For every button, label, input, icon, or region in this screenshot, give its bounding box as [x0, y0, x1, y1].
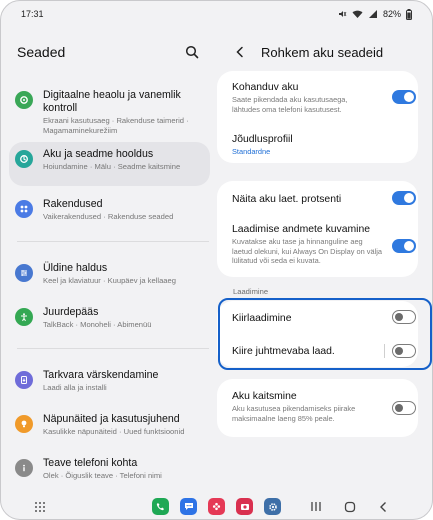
search-icon[interactable] — [181, 41, 203, 63]
charging-info-row[interactable]: Laadimise andmete kuvamine Kuvatakse aku… — [232, 223, 406, 266]
menu-item-title: Juurdepääs — [43, 306, 99, 318]
menu-item-title: Näpunäited ja kasutusjuhend — [43, 413, 180, 425]
settings-card: Näita aku laet. protsenti Laadimise andm… — [217, 181, 418, 277]
back-arrow-icon[interactable] — [229, 41, 251, 63]
menu-item-tips[interactable]: Näpunäited ja kasutusjuhend Kasulikke nä… — [9, 407, 210, 443]
row-title: Kiire juhtmevaba laad. — [232, 346, 335, 357]
apps-icon — [15, 200, 33, 218]
tips-icon — [15, 415, 33, 433]
row-title: Laadimise andmete kuvamine — [232, 224, 371, 235]
left-header: Seaded — [1, 27, 217, 77]
settings-card: Kohanduv aku Saate pikendada aku kasutus… — [217, 71, 418, 163]
menu-item-subtitle: Hoiundamine · Mälu · Seadme kaitsmine — [43, 162, 181, 171]
camera-app-icon[interactable] — [236, 498, 253, 515]
row-title: Kohanduv aku — [232, 82, 299, 93]
software-update-icon — [15, 371, 33, 389]
row-title: Kiirlaadimine — [232, 313, 292, 324]
row-subtitle: Kuvatakse aku tase ja hinnanguline aeg l… — [232, 237, 382, 265]
wifi-icon — [352, 9, 363, 19]
row-subtitle: Saate pikendada aku kasutusaega, lähtude… — [232, 95, 348, 114]
row-subtitle: Aku kasutusea pikendamiseks piirake maks… — [232, 404, 356, 423]
fast-wireless-charging-toggle[interactable] — [392, 344, 416, 358]
adaptive-battery-row[interactable]: Kohanduv aku Saate pikendada aku kasutus… — [232, 81, 406, 114]
menu-item-subtitle: Keel ja klaviatuur · Kuupäev ja kellaaeg — [43, 276, 176, 285]
menu-item-subtitle: Olek · Õiguslik teave · Telefoni nimi — [43, 471, 162, 480]
menu-item-subtitle: Kasulikke näpunäiteid · Uued funktsiooni… — [43, 427, 185, 436]
navigation-bar — [1, 493, 432, 519]
battery-icon — [406, 8, 412, 20]
divider — [17, 241, 209, 242]
battery-percent: 82% — [382, 9, 401, 19]
status-icons: 82% — [337, 8, 412, 20]
page-title: Seaded — [17, 44, 66, 60]
menu-item-digital-wellbeing[interactable]: Digitaalne heaolu ja vanemlik kontroll E… — [9, 83, 210, 142]
menu-item-about-phone[interactable]: Teave telefoni kohta Olek · Õiguslik tea… — [9, 451, 210, 487]
fast-wireless-charging-row[interactable]: Kiire juhtmevaba laad. — [232, 345, 406, 358]
mute-icon — [337, 9, 347, 19]
settings-list-pane: Seaded Digitaalne heaolu ja vanemlik kon… — [1, 27, 217, 489]
menu-item-apps[interactable]: Rakendused Vaikerakendused · Rakenduse s… — [9, 192, 210, 228]
battery-settings-pane: Rohkem aku seadeid Kohanduv aku Saate pi… — [217, 27, 432, 489]
menu-item-software-update[interactable]: Tarkvara värskendamine Laadi alla ja ins… — [9, 363, 210, 399]
status-bar: 17:31 82% — [1, 1, 432, 27]
flower-app-icon[interactable] — [208, 498, 225, 515]
messages-app-icon[interactable] — [180, 498, 197, 515]
menu-item-accessibility[interactable]: Juurdepääs TalkBack · Monoheli · Abimenü… — [9, 300, 210, 336]
menu-item-subtitle: Vaikerakendused · Rakenduse seaded — [43, 212, 174, 221]
menu-item-title: Rakendused — [43, 198, 103, 210]
divider — [17, 348, 209, 349]
general-management-icon — [15, 264, 33, 282]
home-icon[interactable] — [341, 498, 358, 515]
wellbeing-icon — [15, 91, 33, 109]
charging-info-toggle[interactable] — [392, 239, 416, 253]
right-header: Rohkem aku seadeid — [217, 27, 432, 77]
menu-item-title: Tarkvara värskendamine — [43, 369, 159, 381]
protect-battery-toggle[interactable] — [392, 401, 416, 415]
row-value: Standardne — [232, 147, 271, 156]
device-frame: 17:31 82% Seaded Digitaalne heaolu ja va… — [0, 0, 433, 520]
menu-item-title: Aku ja seadme hooldus — [43, 148, 154, 160]
menu-item-subtitle: Ekraani kasutusaeg · Rakenduse taimerid … — [43, 116, 189, 135]
fast-charging-row[interactable]: Kiirlaadimine — [232, 312, 406, 325]
row-title: Aku kaitsmine — [232, 391, 297, 402]
show-battery-percentage-row[interactable]: Näita aku laet. protsenti — [232, 193, 406, 206]
section-label-charging: Laadimine — [233, 287, 269, 296]
battery-percentage-toggle[interactable] — [392, 191, 416, 205]
settings-card: Aku kaitsmine Aku kasutusea pikendamisek… — [217, 379, 418, 437]
row-title: Näita aku laet. protsenti — [232, 194, 342, 205]
detail-title: Rohkem aku seadeid — [261, 44, 384, 60]
status-time: 17:31 — [21, 9, 44, 19]
row-title: Jõudlusprofiil — [232, 134, 293, 145]
fast-charging-toggle[interactable] — [392, 310, 416, 324]
accessibility-icon — [15, 308, 33, 326]
app-drawer-icon[interactable] — [31, 498, 48, 515]
menu-item-title: Digitaalne heaolu ja vanemlik kontroll — [43, 89, 181, 114]
settings-app-icon[interactable] — [264, 498, 281, 515]
phone-app-icon[interactable] — [152, 498, 169, 515]
menu-item-title: Teave telefoni kohta — [43, 457, 138, 469]
about-phone-icon — [15, 459, 33, 477]
row-divider — [384, 344, 385, 358]
protect-battery-row[interactable]: Aku kaitsmine Aku kasutusea pikendamisek… — [232, 390, 406, 423]
menu-item-subtitle: TalkBack · Monoheli · Abimenüü — [43, 320, 152, 329]
adaptive-battery-toggle[interactable] — [392, 90, 416, 104]
menu-item-general-management[interactable]: Üldine haldus Keel ja klaviatuur · Kuupä… — [9, 256, 210, 292]
menu-item-title: Üldine haldus — [43, 262, 108, 274]
menu-item-battery-device-care[interactable]: Aku ja seadme hooldus Hoiundamine · Mälu… — [9, 142, 210, 186]
back-icon[interactable] — [375, 498, 392, 515]
charging-card: Kiirlaadimine Kiire juhtmevaba laad. — [217, 301, 418, 367]
device-care-icon — [15, 150, 33, 168]
menu-item-subtitle: Laadi alla ja installi — [43, 383, 107, 392]
signal-icon — [368, 9, 378, 19]
recent-apps-icon[interactable] — [307, 498, 324, 515]
performance-profile-row[interactable]: Jõudlusprofiil Standardne — [232, 133, 406, 157]
